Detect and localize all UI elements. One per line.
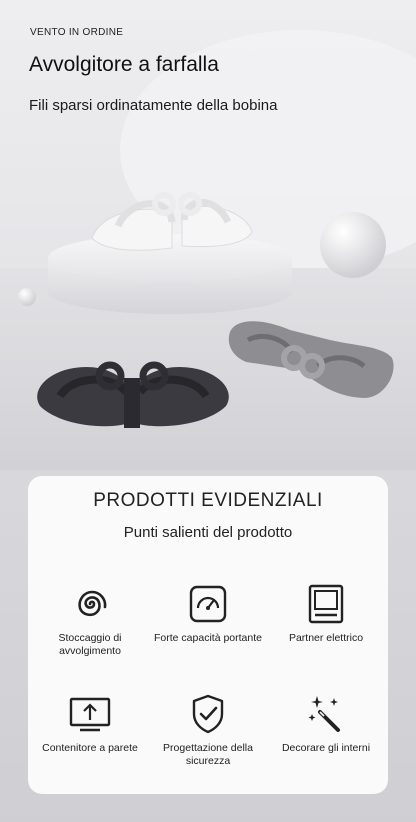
brand-tag: VENTO IN ORDINE bbox=[30, 27, 124, 38]
feature-label: Partner elettrico bbox=[288, 632, 364, 644]
feature-label: Progettazione della sicurezza bbox=[163, 742, 253, 767]
features-title: PRODOTTI EVIDENZIALI bbox=[93, 490, 323, 511]
feature-item: Progettazione della sicurezza bbox=[153, 692, 263, 768]
spiral-icon bbox=[78, 590, 107, 617]
feature-label: Forte capacità portante bbox=[154, 632, 262, 644]
feature-item: Forte capacità portante bbox=[153, 582, 263, 645]
feature-item: Stoccaggio di avvolgimento bbox=[35, 582, 145, 658]
feature-label: Contenitore a parete bbox=[42, 742, 138, 754]
feature-label: Stoccaggio di avvolgimento bbox=[58, 632, 122, 657]
feature-item: Contenitore a parete bbox=[35, 692, 145, 755]
upload-screen-icon bbox=[69, 697, 111, 732]
page-subtitle: Fili sparsi ordinatamente della bobina bbox=[29, 97, 278, 114]
feature-label: Decorare gli interni bbox=[281, 742, 371, 754]
feature-item: Decorare gli interni bbox=[271, 692, 381, 755]
small-ball bbox=[18, 288, 36, 306]
features-card: PRODOTTI EVIDENZIALI Punti salienti del … bbox=[28, 476, 388, 794]
large-ball bbox=[320, 212, 386, 278]
magic-wand-icon bbox=[308, 696, 340, 732]
page-title: Avvolgitore a farfalla bbox=[29, 53, 219, 76]
features-subtitle: Punti salienti del prodotto bbox=[123, 524, 293, 541]
monitor-icon bbox=[308, 584, 344, 624]
feature-item: Partner elettrico bbox=[271, 582, 381, 645]
gauge-icon bbox=[189, 585, 227, 623]
product-page: VENTO IN ORDINE Avvolgitore a farfalla F… bbox=[0, 0, 416, 822]
hero-banner: VENTO IN ORDINE Avvolgitore a farfalla F… bbox=[0, 0, 416, 470]
shield-check-icon bbox=[192, 694, 224, 734]
